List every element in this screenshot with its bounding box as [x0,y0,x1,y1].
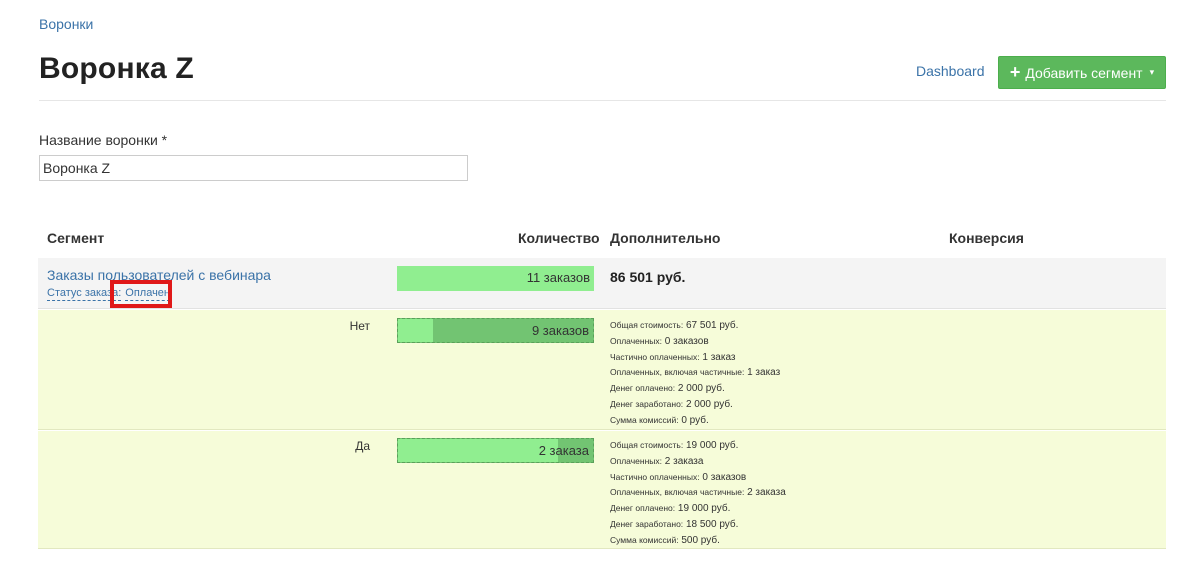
segment-count-text: 11 заказов [526,270,590,285]
subrow-label: Да [355,439,370,453]
breadcrumb-voronki[interactable]: Воронки [39,16,93,32]
header-extra: Дополнительно [610,230,721,246]
detail-line: Денег заработано: 18 500 руб. [610,518,739,530]
detail-line: Частично оплаченных: 1 заказ [610,351,736,363]
page-title: Воронка Z [39,52,194,85]
add-segment-button[interactable]: + Добавить сегмент ▾ [998,56,1166,89]
detail-line: Общая стоимость: 67 501 руб. [610,320,739,331]
subrow-details: Общая стоимость: 19 000 руб. Оплаченных:… [610,438,786,549]
funnel-name-input[interactable] [39,155,468,181]
subrow-details: Общая стоимость: 67 501 руб. Оплаченных:… [610,318,780,429]
funnel-name-label: Название воронки * [39,132,168,148]
subrow-label: Нет [349,319,370,333]
detail-line: Денег оплачено: 19 000 руб. [610,503,731,515]
detail-line: Денег заработано: 2 000 руб. [610,398,733,410]
header-conversion: Конверсия [949,230,1024,246]
subrow-count-text: 9 заказов [531,323,589,338]
detail-line: Частично оплаченных: 0 заказов [610,471,747,483]
add-segment-label: Добавить сегмент [1025,64,1143,81]
segment-row [38,258,1166,309]
subrow-count-bar: 9 заказов [397,318,594,343]
detail-line: Общая стоимость: 19 000 руб. [610,440,739,451]
detail-line: Оплаченных, включая частичные: 1 заказ [610,367,781,379]
detail-line: Сумма комиссий: 0 руб. [610,414,709,426]
detail-line: Денег оплачено: 2 000 руб. [610,383,725,395]
detail-line: Оплаченных: 2 заказа [610,455,704,467]
subrow-net [38,310,1166,430]
highlight-annotation [110,280,172,308]
title-divider [39,100,1166,101]
subrow-bar-fill [398,319,434,342]
header-segment: Сегмент [47,230,105,246]
segment-count-bar: 11 заказов [397,266,594,291]
detail-line: Сумма комиссий: 500 руб. [610,534,720,546]
caret-down-icon: ▾ [1149,67,1155,77]
detail-line: Оплаченных, включая частичные: 2 заказа [610,487,786,499]
segment-total: 86 501 руб. [610,269,686,285]
subrow-bar-fill [398,439,558,462]
subrow-count-text: 2 заказа [538,443,589,458]
plus-icon: + [1009,61,1021,82]
header-count: Количество [518,230,600,246]
subrow-da [38,431,1166,549]
subrow-count-bar: 2 заказа [397,438,594,463]
dashboard-link[interactable]: Dashboard [916,63,985,79]
detail-line: Оплаченных: 0 заказов [610,335,709,347]
